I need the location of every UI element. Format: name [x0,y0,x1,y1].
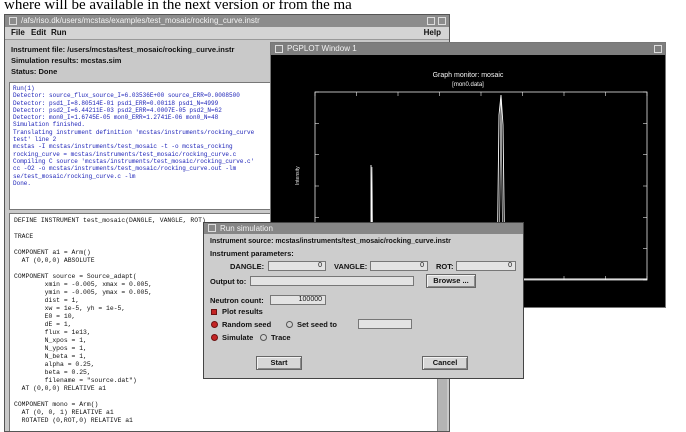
run-simulation-dialog: Run simulation Instrument source: mcstas… [203,222,524,379]
simulation-log[interactable]: Run(1) Detector: source_flux_source_I=6.0… [9,82,271,210]
param-label-dangle: DANGLE: [230,262,265,271]
log-line: rocking_curve = mcstas/instruments/test_… [13,150,237,158]
set-seed-radio[interactable] [286,321,293,328]
background-document-text: where will be available in the next vers… [4,0,352,13]
output-to-label: Output to: [210,277,247,286]
set-seed-input[interactable] [358,319,412,329]
plot-results-label: Plot results [222,307,263,316]
menu-edit[interactable]: Edit [31,27,46,39]
plot-subtitle: [mon0.data] [452,82,484,88]
log-line: cc -O2 -o mcstas/instruments/test_mosaic… [13,165,237,173]
log-line: Detector: mon0_I=1.6745E-05 mon0_ERR=1.2… [13,114,219,122]
log-line: Translating instrument definition 'mcsta… [13,128,255,136]
main-window-title: /afs/riso.dk/users/mcstas/examples/test_… [21,16,260,25]
code-line: AT (0, 0, 1) RELATIVE a1 [14,409,114,416]
main-window-titlebar[interactable]: /afs/riso.dk/users/mcstas/examples/test_… [5,15,449,27]
y-axis-label: Intensity [295,166,301,185]
param-input-rot[interactable]: 0 [456,261,516,271]
log-line: Detector: psd2_I=6.44211E-03 psd2_ERR=4.… [13,106,222,114]
neutron-count-input[interactable]: 100000 [270,295,326,305]
log-line: se/test_mosaic/rocking_curve.c -lm [13,172,136,180]
random-seed-radio[interactable] [211,321,218,328]
output-to-input[interactable] [250,276,414,286]
cancel-button[interactable]: Cancel [422,356,468,370]
menu-help[interactable]: Help [424,27,441,39]
code-line: COMPONENT mono = Arm() [14,401,99,408]
dialog-titlebar[interactable]: Run simulation [204,223,523,234]
param-label-vangle: VANGLE: [334,262,368,271]
param-input-vangle[interactable]: 0 [370,261,428,271]
plot-window-title: PGPLOT Window 1 [287,44,357,53]
minimize-icon[interactable] [427,17,435,25]
log-line: Detector: source_flux_source_I=6.03536E+… [13,92,240,100]
log-line: test' line 2 [13,136,57,144]
instrument-parameters-label: Instrument parameters: [210,249,294,258]
log-line: Simulation finished. [13,121,86,129]
trace-label: Trace [271,333,291,342]
plot-window-titlebar[interactable]: PGPLOT Window 1 [271,43,665,55]
maximize-icon[interactable] [654,45,662,53]
code-line: ROTATED (0,ROT,0) RELATIVE a1 [14,417,133,424]
window-menu-icon[interactable] [9,17,17,25]
menu-file[interactable]: File [11,27,25,39]
simulate-label: Simulate [222,333,254,342]
param-label-rot: ROT: [436,262,454,271]
plot-results-checkbox[interactable] [211,309,217,315]
simulate-radio[interactable] [211,334,218,341]
log-line: Run(1) [13,85,35,92]
set-seed-label: Set seed to [297,320,338,329]
plot-title: Graph monitor: mosaic [433,72,504,79]
log-line: Done. [13,179,32,187]
main-menubar: File Edit Run Help [5,27,449,40]
browse-button[interactable]: Browse ... [426,274,476,288]
menu-run[interactable]: Run [51,27,67,39]
window-menu-icon[interactable] [208,224,216,232]
random-seed-label: Random seed [222,320,272,329]
instrument-source-label: Instrument source: mcstas/instruments/te… [210,238,451,245]
code-line: AT (0,0,0) RELATIVE a1 [14,385,107,392]
param-input-dangle[interactable]: 0 [268,261,326,271]
log-line: mcstas -I mcstas/instruments/test_mosaic… [13,143,233,151]
start-button[interactable]: Start [256,356,302,370]
window-menu-icon[interactable] [275,45,283,53]
maximize-icon[interactable] [438,17,446,25]
log-line: Compiling C source 'mcstas/instruments/t… [13,157,255,165]
dialog-title: Run simulation [220,224,273,233]
log-line: Detector: psd1_I=8.80514E-01 psd1_ERR=0.… [13,99,219,107]
trace-radio[interactable] [260,334,267,341]
neutron-count-label: Neutron count: [210,296,264,305]
